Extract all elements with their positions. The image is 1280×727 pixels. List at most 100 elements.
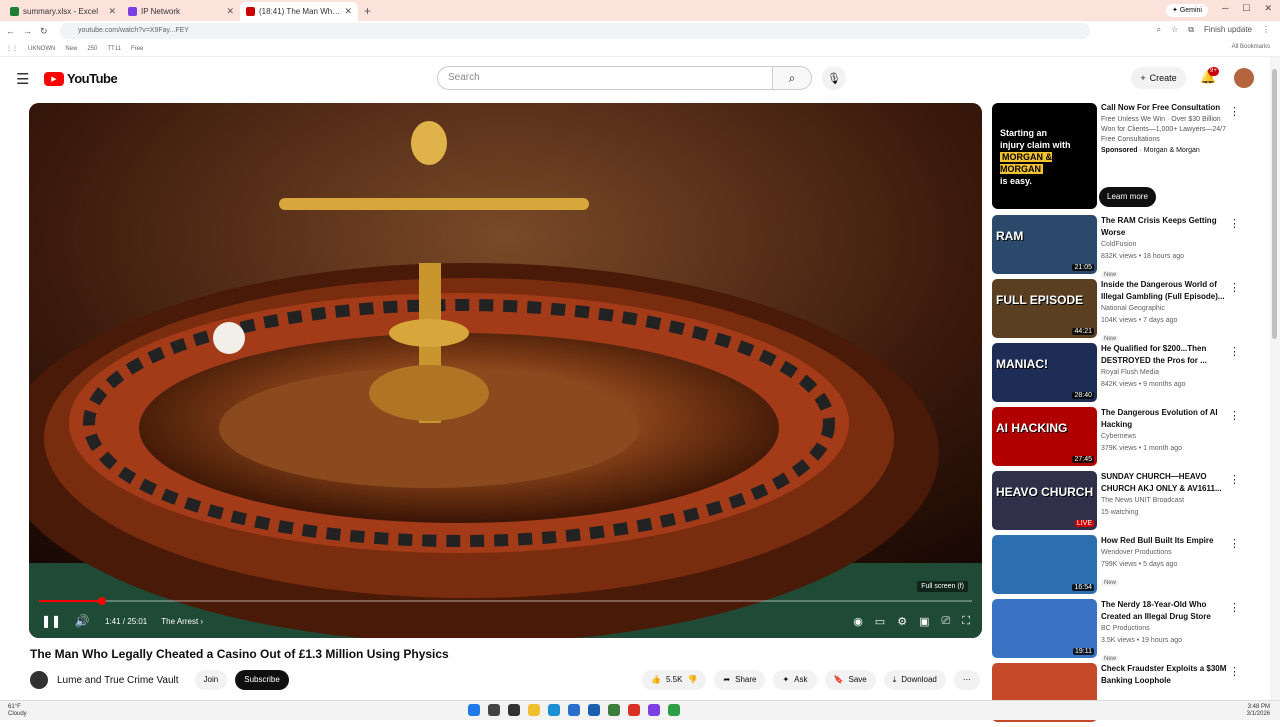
video-thumbnail[interactable]: MANIAC!28:40 <box>992 343 1097 402</box>
minimize-icon[interactable]: ─ <box>1222 3 1228 14</box>
extensions-icon[interactable]: ⧉ <box>1188 25 1194 35</box>
sponsored-ad[interactable]: Starting an injury claim with MORGAN & M… <box>992 103 1250 209</box>
video-title[interactable]: How Red Bull Built Its Empire <box>1101 535 1231 547</box>
gemini-button[interactable]: ✦ Gemini <box>1166 4 1208 17</box>
volume-icon[interactable]: 🔊 <box>73 614 91 628</box>
more-options-icon[interactable]: ⋮ <box>1229 473 1240 486</box>
like-button[interactable]: 👍5.5K👎 <box>642 670 706 690</box>
browser-menu-icon[interactable]: ⋮ <box>1262 25 1270 35</box>
video-title[interactable]: SUNDAY CHURCH—HEAVO CHURCH AKJ ONLY & AV… <box>1101 471 1231 495</box>
more-options-icon[interactable]: ⋮ <box>1229 665 1240 678</box>
video-thumbnail[interactable]: AI HACKING27:45 <box>992 407 1097 466</box>
channel-name[interactable]: Cybernews <box>1101 431 1231 443</box>
join-button[interactable]: Join <box>195 670 228 690</box>
channel-name[interactable]: ColdFusion <box>1101 239 1231 251</box>
mail-icon[interactable] <box>588 704 600 716</box>
youtube-logo[interactable]: ▶ YouTube <box>44 71 117 86</box>
zoom-icon[interactable]: ⌕ <box>1157 25 1161 35</box>
subscribe-button[interactable]: Subscribe <box>235 670 289 690</box>
video-thumbnail[interactable]: 16:54 <box>992 535 1097 594</box>
captions-icon[interactable]: ▭ <box>875 615 885 628</box>
fullscreen-icon[interactable]: ⛶ <box>962 615 970 628</box>
more-options-icon[interactable]: ⋮ <box>1229 409 1240 422</box>
close-tab-icon[interactable]: ✕ <box>108 6 116 17</box>
url-field[interactable]: youtube.com/watch?v=X9Fay...FEY <box>60 23 1090 39</box>
back-icon[interactable]: ← <box>6 26 15 36</box>
bookmark-item[interactable]: New <box>65 46 77 52</box>
channel-name[interactable]: National Geographic <box>1101 303 1231 315</box>
video-thumbnail[interactable]: FULL EPISODE44:21 <box>992 279 1097 338</box>
bookmark-star-icon[interactable]: ☆ <box>1171 25 1178 35</box>
pause-icon[interactable]: ❚❚ <box>41 614 59 628</box>
profile-status[interactable]: Finish update <box>1204 25 1252 35</box>
close-tab-icon[interactable]: ✕ <box>226 6 234 17</box>
maximize-icon[interactable]: ☐ <box>1242 3 1250 14</box>
channel-name[interactable]: Lume and True Crime Vault <box>57 675 179 686</box>
channel-name[interactable]: Royal Flush Media <box>1101 367 1231 379</box>
recommended-video[interactable]: RAM21:05The RAM Crisis Keeps Getting Wor… <box>992 215 1250 274</box>
more-options-icon[interactable]: ⋮ <box>1229 537 1240 550</box>
close-tab-icon[interactable]: ✕ <box>344 6 352 17</box>
file-explorer-icon[interactable] <box>528 704 540 716</box>
apps-icon[interactable]: ⋮⋮ <box>6 45 18 52</box>
channel-name[interactable]: BC Productions <box>1101 623 1231 635</box>
all-bookmarks-button[interactable]: All Bookmarks <box>1232 44 1270 50</box>
bookmark-item[interactable]: UKNOWN <box>28 46 55 52</box>
task-view-icon[interactable] <box>508 704 520 716</box>
video-thumbnail[interactable]: HEAVO CHURCHLIVE <box>992 471 1097 530</box>
recommended-video[interactable]: FULL EPISODE44:21Inside the Dangerous Wo… <box>992 279 1250 338</box>
more-options-icon[interactable]: ⋮ <box>1229 601 1240 614</box>
more-options-icon[interactable]: ⋮ <box>1229 281 1240 294</box>
app-icon[interactable] <box>608 704 620 716</box>
ask-button[interactable]: ✦Ask <box>773 670 816 690</box>
recommended-video[interactable]: 19:11The Nerdy 18-Year-Old Who Created a… <box>992 599 1250 658</box>
share-button[interactable]: ➦Share <box>714 670 765 690</box>
video-title[interactable]: The Dangerous Evolution of AI Hacking <box>1101 407 1231 431</box>
page-scrollbar[interactable] <box>1270 57 1280 700</box>
edge-browser-icon[interactable] <box>548 704 560 716</box>
bookmark-item[interactable]: 250 <box>87 46 97 52</box>
video-title[interactable]: Check Fraudster Exploits a $30M Banking … <box>1101 663 1231 687</box>
chrome-icon[interactable] <box>668 704 680 716</box>
learn-more-button[interactable]: Learn more <box>1099 187 1156 207</box>
video-thumbnail[interactable]: 19:11 <box>992 599 1097 658</box>
chrome-icon[interactable] <box>628 704 640 716</box>
settings-gear-icon[interactable]: ⚙ <box>897 615 907 628</box>
browser-tab[interactable]: summary.xlsx - Excel ✕ <box>4 2 122 21</box>
account-avatar[interactable] <box>1234 68 1254 88</box>
search-input[interactable]: Search <box>437 66 773 90</box>
miniplayer-icon[interactable]: ▣ <box>919 615 929 628</box>
start-windows-icon[interactable] <box>468 704 480 716</box>
download-button[interactable]: ⤓Download <box>884 670 946 690</box>
create-button[interactable]: + Create <box>1131 67 1186 89</box>
video-player[interactable]: Full screen (f) ❚❚ 🔊 1:41 / 25:01 The Ar… <box>29 103 982 638</box>
channel-name[interactable]: Wendover Productions <box>1101 547 1231 559</box>
progress-bar[interactable] <box>39 600 972 602</box>
more-actions-button[interactable]: ⋯ <box>954 670 980 690</box>
recommended-video[interactable]: MANIAC!28:40He Qualified for $200...Then… <box>992 343 1250 402</box>
weather-widget[interactable]: 61°F Cloudy <box>8 704 27 718</box>
recommended-video[interactable]: AI HACKING27:45The Dangerous Evolution o… <box>992 407 1250 466</box>
browser-tab[interactable]: IP Network ✕ <box>122 2 240 21</box>
autoplay-toggle-icon[interactable]: ◉ <box>853 615 863 628</box>
thumbs-down-icon[interactable]: 👎 <box>687 670 697 690</box>
search-taskbar-icon[interactable] <box>488 704 500 716</box>
video-title[interactable]: He Qualified for $200...Then DESTROYED t… <box>1101 343 1231 367</box>
app-icon[interactable] <box>648 704 660 716</box>
close-window-icon[interactable]: ✕ <box>1264 3 1272 14</box>
channel-name[interactable]: The News UNIT Broadcast <box>1101 495 1231 507</box>
channel-avatar[interactable] <box>30 671 48 689</box>
ad-menu-icon[interactable]: ⋮ <box>1229 105 1240 118</box>
ad-title[interactable]: Call Now For Free Consultation <box>1101 103 1236 113</box>
new-tab-button[interactable]: + <box>358 2 377 21</box>
video-title[interactable]: The Nerdy 18-Year-Old Who Created an Ill… <box>1101 599 1231 623</box>
bookmark-item[interactable]: TT11 <box>107 46 121 52</box>
cast-icon[interactable]: ⎚ <box>941 615 950 628</box>
video-title[interactable]: Inside the Dangerous World of Illegal Ga… <box>1101 279 1231 303</box>
ad-thumbnail[interactable]: Starting an injury claim with MORGAN & M… <box>992 103 1097 209</box>
store-icon[interactable] <box>568 704 580 716</box>
forward-icon[interactable]: → <box>23 26 32 36</box>
video-title[interactable]: The RAM Crisis Keeps Getting Worse <box>1101 215 1231 239</box>
hamburger-menu-icon[interactable]: ☰ <box>16 70 29 88</box>
bookmark-item[interactable]: Free <box>131 46 143 52</box>
